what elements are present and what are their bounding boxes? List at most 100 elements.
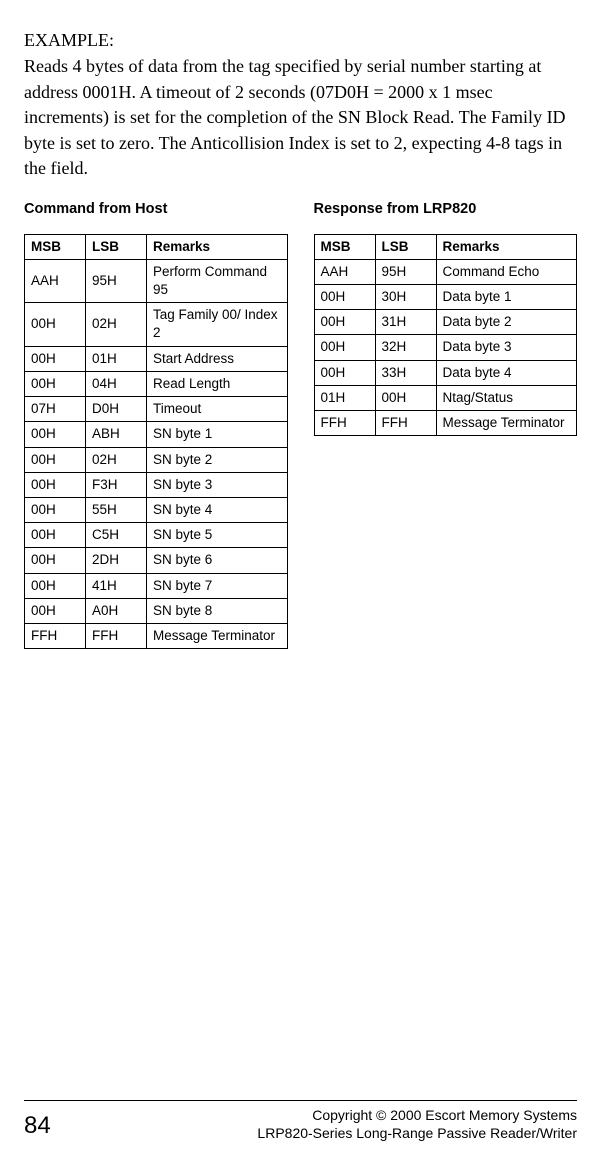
- response-block: Response from LRP820 MSB LSB Remarks AAH…: [314, 200, 578, 436]
- response-table: MSB LSB Remarks AAH95HCommand Echo00H30H…: [314, 234, 578, 437]
- cell-msb: 00H: [25, 447, 86, 472]
- cell-remarks: SN byte 1: [147, 422, 288, 447]
- cell-remarks: SN byte 4: [147, 498, 288, 523]
- table-row: AAH95HPerform Command 95: [25, 259, 288, 302]
- header-msb: MSB: [25, 234, 86, 259]
- table-row: 00HC5HSN byte 5: [25, 523, 288, 548]
- cell-msb: 00H: [25, 472, 86, 497]
- response-title: Response from LRP820: [314, 200, 578, 220]
- cell-lsb: 30H: [375, 285, 436, 310]
- header-msb: MSB: [314, 234, 375, 259]
- cell-lsb: 95H: [375, 259, 436, 284]
- table-row: 00H02HSN byte 2: [25, 447, 288, 472]
- cell-msb: 01H: [314, 385, 375, 410]
- cell-msb: 00H: [314, 285, 375, 310]
- table-row: FFHFFHMessage Terminator: [314, 411, 577, 436]
- cell-msb: 07H: [25, 397, 86, 422]
- cell-msb: 00H: [25, 371, 86, 396]
- cell-lsb: D0H: [86, 397, 147, 422]
- footer: 84 Copyright © 2000 Escort Memory System…: [24, 1100, 577, 1142]
- cell-msb: FFH: [314, 411, 375, 436]
- table-row: 00H01HStart Address: [25, 346, 288, 371]
- table-row: 07HD0HTimeout: [25, 397, 288, 422]
- cell-msb: 00H: [314, 360, 375, 385]
- cell-remarks: Read Length: [147, 371, 288, 396]
- cell-remarks: SN byte 5: [147, 523, 288, 548]
- cell-lsb: 41H: [86, 573, 147, 598]
- footer-text: Copyright © 2000 Escort Memory Systems L…: [257, 1107, 577, 1142]
- table-row: 00H41HSN byte 7: [25, 573, 288, 598]
- cell-remarks: SN byte 3: [147, 472, 288, 497]
- table-header-row: MSB LSB Remarks: [25, 234, 288, 259]
- cell-msb: 00H: [25, 422, 86, 447]
- cell-msb: 00H: [25, 548, 86, 573]
- cell-remarks: Command Echo: [436, 259, 577, 284]
- cell-msb: 00H: [25, 346, 86, 371]
- cell-lsb: 33H: [375, 360, 436, 385]
- cell-remarks: Perform Command 95: [147, 259, 288, 302]
- tables-row: Command from Host MSB LSB Remarks AAH95H…: [24, 200, 577, 649]
- table-row: AAH95HCommand Echo: [314, 259, 577, 284]
- cell-msb: 00H: [25, 523, 86, 548]
- cell-remarks: Message Terminator: [436, 411, 577, 436]
- table-header-row: MSB LSB Remarks: [314, 234, 577, 259]
- footer-line2: LRP820-Series Long-Range Passive Reader/…: [257, 1125, 577, 1143]
- cell-lsb: ABH: [86, 422, 147, 447]
- table-row: 00H02HTag Family 00/ Index 2: [25, 303, 288, 346]
- table-row: 00H31HData byte 2: [314, 310, 577, 335]
- cell-remarks: SN byte 6: [147, 548, 288, 573]
- cell-remarks: Data byte 3: [436, 335, 577, 360]
- cell-lsb: 01H: [86, 346, 147, 371]
- cell-lsb: 32H: [375, 335, 436, 360]
- header-remarks: Remarks: [436, 234, 577, 259]
- cell-remarks: Timeout: [147, 397, 288, 422]
- cell-lsb: 04H: [86, 371, 147, 396]
- cell-remarks: SN byte 7: [147, 573, 288, 598]
- cell-msb: FFH: [25, 624, 86, 649]
- table-row: 00H30HData byte 1: [314, 285, 577, 310]
- cell-remarks: SN byte 8: [147, 598, 288, 623]
- table-row: 00H32HData byte 3: [314, 335, 577, 360]
- cell-lsb: FFH: [86, 624, 147, 649]
- command-block: Command from Host MSB LSB Remarks AAH95H…: [24, 200, 288, 649]
- cell-lsb: 55H: [86, 498, 147, 523]
- cell-msb: 00H: [314, 310, 375, 335]
- page-number: 84: [24, 1110, 51, 1142]
- table-row: 00H33HData byte 4: [314, 360, 577, 385]
- cell-lsb: F3H: [86, 472, 147, 497]
- cell-msb: 00H: [25, 598, 86, 623]
- cell-msb: AAH: [25, 259, 86, 302]
- cell-msb: 00H: [25, 303, 86, 346]
- table-row: 00H2DHSN byte 6: [25, 548, 288, 573]
- cell-remarks: Start Address: [147, 346, 288, 371]
- cell-lsb: 2DH: [86, 548, 147, 573]
- table-row: 01H00HNtag/Status: [314, 385, 577, 410]
- cell-msb: 00H: [314, 335, 375, 360]
- table-row: FFHFFHMessage Terminator: [25, 624, 288, 649]
- command-title: Command from Host: [24, 200, 288, 220]
- cell-remarks: Data byte 4: [436, 360, 577, 385]
- cell-lsb: 00H: [375, 385, 436, 410]
- cell-remarks: Ntag/Status: [436, 385, 577, 410]
- header-lsb: LSB: [86, 234, 147, 259]
- cell-lsb: A0H: [86, 598, 147, 623]
- cell-remarks: SN byte 2: [147, 447, 288, 472]
- cell-lsb: FFH: [375, 411, 436, 436]
- table-row: 00H55HSN byte 4: [25, 498, 288, 523]
- table-row: 00HF3HSN byte 3: [25, 472, 288, 497]
- cell-remarks: Data byte 2: [436, 310, 577, 335]
- footer-line1: Copyright © 2000 Escort Memory Systems: [257, 1107, 577, 1125]
- cell-lsb: 02H: [86, 447, 147, 472]
- table-row: 00H04HRead Length: [25, 371, 288, 396]
- table-row: 00HA0HSN byte 8: [25, 598, 288, 623]
- example-body: Reads 4 bytes of data from the tag speci…: [24, 54, 577, 182]
- cell-lsb: 95H: [86, 259, 147, 302]
- header-remarks: Remarks: [147, 234, 288, 259]
- cell-lsb: C5H: [86, 523, 147, 548]
- cell-lsb: 31H: [375, 310, 436, 335]
- cell-remarks: Tag Family 00/ Index 2: [147, 303, 288, 346]
- command-table: MSB LSB Remarks AAH95HPerform Command 95…: [24, 234, 288, 650]
- example-heading: EXAMPLE:: [24, 28, 577, 52]
- cell-remarks: Data byte 1: [436, 285, 577, 310]
- cell-msb: 00H: [25, 573, 86, 598]
